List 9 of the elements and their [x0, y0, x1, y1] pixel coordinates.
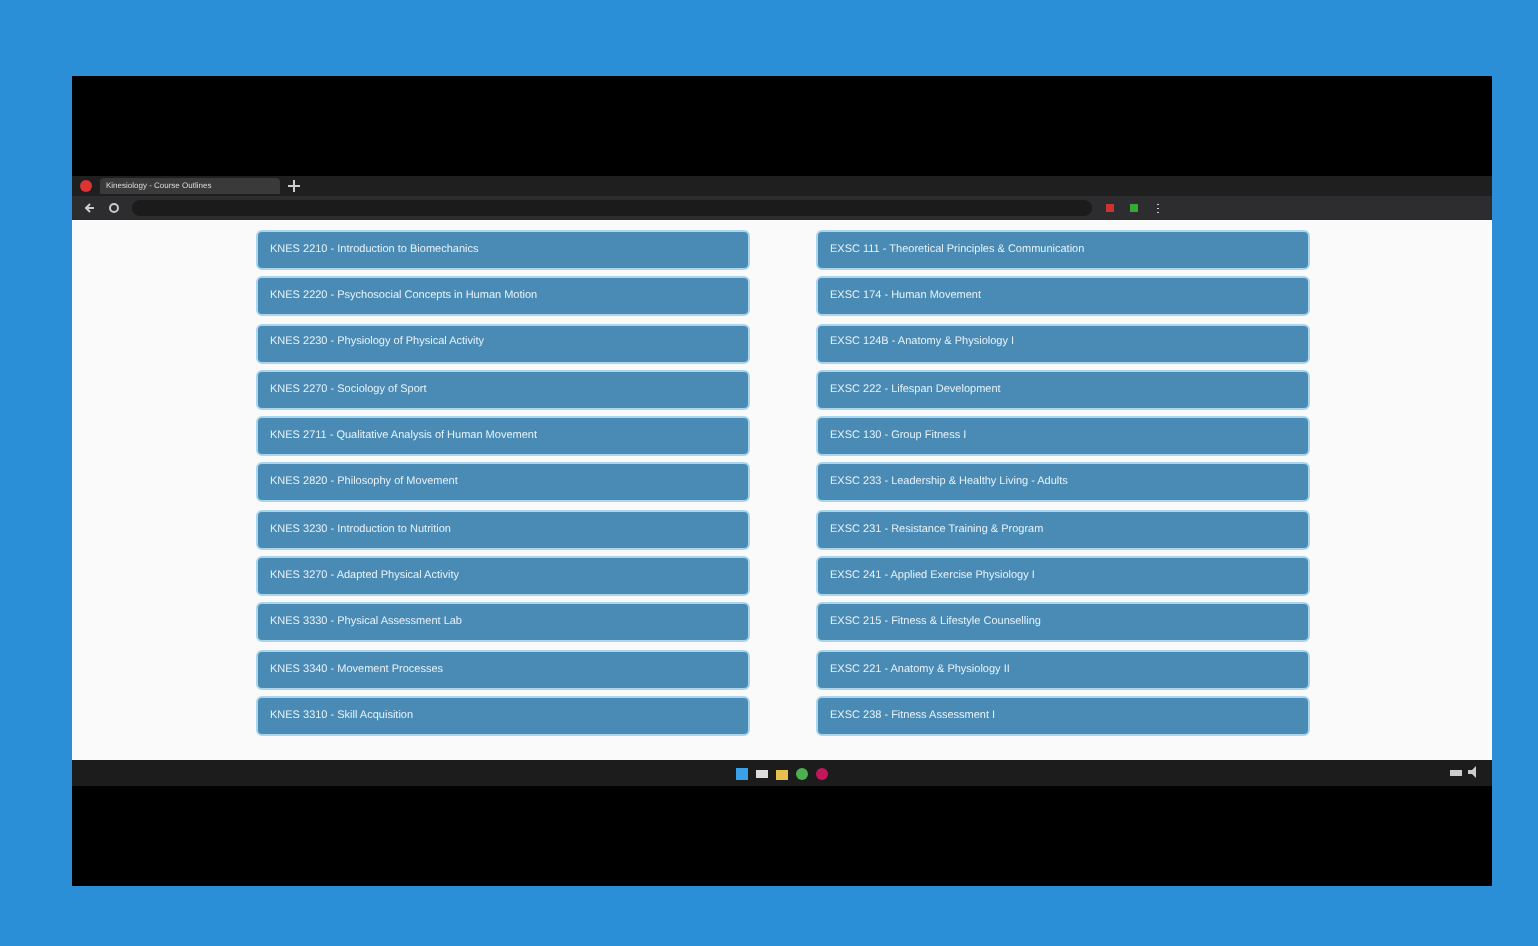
- browser-icon: [80, 180, 92, 192]
- folder-icon[interactable]: [776, 767, 788, 779]
- reload-icon[interactable]: [108, 202, 120, 214]
- network-icon[interactable]: [1450, 766, 1462, 778]
- window-icon[interactable]: [756, 767, 768, 779]
- back-icon[interactable]: [84, 202, 96, 214]
- plus-icon[interactable]: [288, 180, 300, 192]
- volume-icon[interactable]: [1468, 766, 1480, 778]
- start-icon[interactable]: [736, 767, 748, 779]
